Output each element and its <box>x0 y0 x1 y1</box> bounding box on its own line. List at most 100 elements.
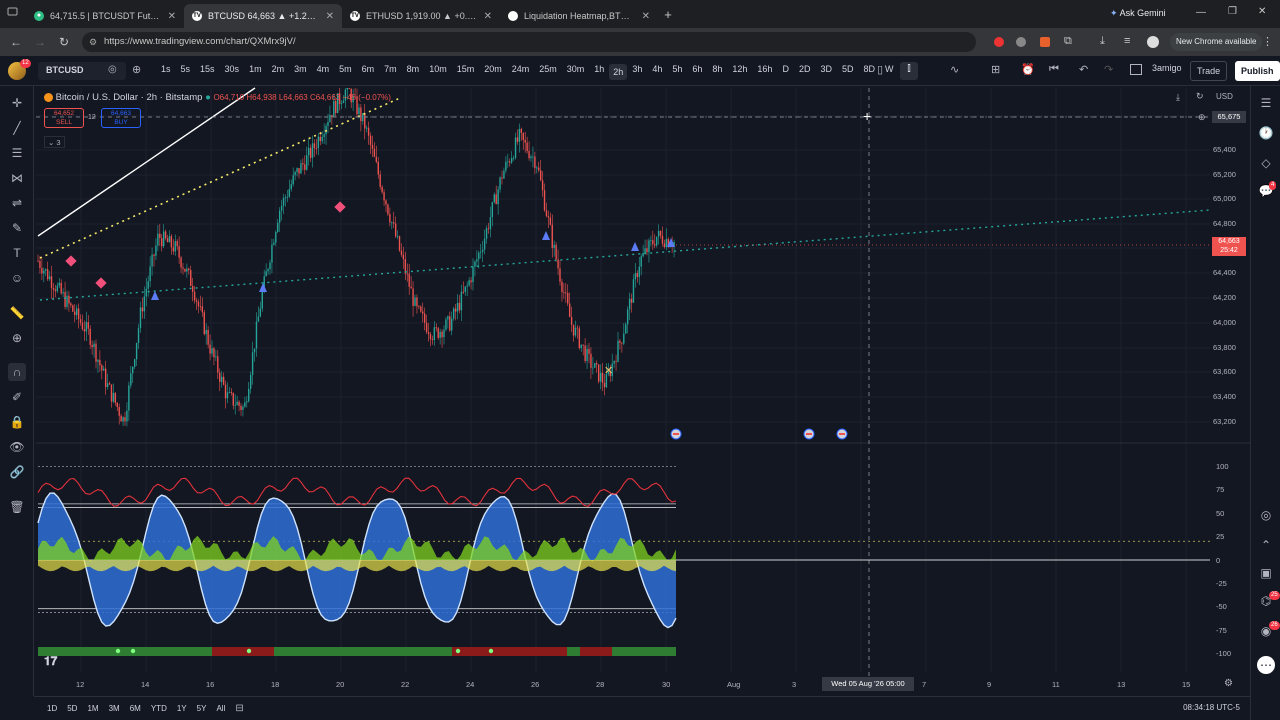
sell-button[interactable]: 64,652 SELL <box>44 108 84 128</box>
clock-readout[interactable]: 08:34:18 UTC-5 <box>1183 703 1240 712</box>
candle-body <box>60 282 62 294</box>
scale-down-icon[interactable]: ⤓ <box>1176 92 1180 103</box>
candle-body <box>54 289 57 292</box>
candle-body <box>286 196 289 198</box>
range-3m[interactable]: 3M <box>109 704 120 713</box>
indicators-toggle[interactable]: ⌄ 3 <box>44 136 65 148</box>
candle-body <box>267 269 269 272</box>
candle-body <box>242 406 244 410</box>
candle-body <box>398 236 401 251</box>
candle-body <box>110 384 113 402</box>
oscillator-tick: 0 <box>1216 555 1221 565</box>
scale-refresh-icon[interactable]: ↻ <box>1196 91 1204 102</box>
candle-body <box>48 276 51 280</box>
candle-body <box>180 257 182 268</box>
range-1m[interactable]: 1M <box>87 704 98 713</box>
chart-canvas[interactable]: +✕ <box>0 0 1280 720</box>
candle-body <box>52 287 55 290</box>
candle-body <box>454 308 457 312</box>
candle-body <box>580 344 582 349</box>
time-tick: 11 <box>1052 680 1060 689</box>
ohlc-values: O64,710 H64,938 L64,663 C64,663 −45 (−0.… <box>213 93 391 102</box>
candle-body <box>58 282 60 286</box>
candle-body <box>474 261 476 267</box>
candle-body <box>485 228 488 239</box>
candle-body <box>528 151 530 159</box>
price-tick: 63,800 <box>1213 343 1236 352</box>
axis-settings-icon[interactable]: ⚙ <box>1224 678 1233 689</box>
candle-body <box>290 184 292 190</box>
price-tick: 63,400 <box>1213 392 1236 401</box>
oscillator-tick: 25 <box>1216 532 1225 542</box>
idea-icon[interactable]: ⌃ <box>1257 536 1275 554</box>
price-tick: 65,200 <box>1213 170 1236 179</box>
candle-body <box>222 376 225 385</box>
candle-body <box>255 321 258 349</box>
watchlist-icon[interactable]: ☰ <box>1257 94 1275 112</box>
range-1y[interactable]: 1Y <box>177 704 187 713</box>
go-to-date-icon[interactable]: ⊟ <box>235 703 243 714</box>
range-6m[interactable]: 6M <box>130 704 141 713</box>
candle-body <box>377 161 379 175</box>
candle-body <box>420 306 422 312</box>
candle-body <box>499 177 501 190</box>
layers-icon[interactable]: ◇ <box>1257 154 1275 172</box>
tradingview-logo[interactable]: 𝟏𝟕 <box>44 654 57 669</box>
add-alert-icon[interactable]: ⊕ <box>1198 112 1206 123</box>
clock-icon[interactable]: 🕐 <box>1257 124 1275 142</box>
candle-body <box>615 361 617 363</box>
money-flow-area <box>38 535 676 562</box>
time-tick: 12 <box>76 680 85 689</box>
candle-body <box>578 328 581 349</box>
candle-body <box>663 243 666 248</box>
time-tick: 18 <box>271 680 280 689</box>
buy-button[interactable]: 64,663 BUY <box>101 108 141 128</box>
range-all[interactable]: All <box>216 704 225 713</box>
range-5y[interactable]: 5Y <box>197 704 207 713</box>
candle-body <box>190 270 192 286</box>
time-tick: 20 <box>336 680 345 689</box>
candle-body <box>157 233 159 246</box>
time-tick: 13 <box>1117 680 1126 689</box>
candle-body <box>93 343 95 348</box>
candle-body <box>367 127 370 136</box>
range-1d[interactable]: 1D <box>47 704 57 713</box>
range-5d[interactable]: 5D <box>67 704 77 713</box>
candle-body <box>79 319 82 323</box>
candle-body <box>646 248 648 253</box>
candle-body <box>128 385 130 411</box>
candle-body <box>476 259 478 262</box>
range-ytd[interactable]: YTD <box>151 704 167 713</box>
candle-body <box>186 268 188 272</box>
candle-body <box>166 238 169 243</box>
candle-body <box>162 231 165 247</box>
currency-label[interactable]: USD <box>1216 92 1233 101</box>
candle-body <box>559 268 561 282</box>
candle-body <box>130 373 132 386</box>
time-tick: 30 <box>662 680 671 689</box>
symbol-title[interactable]: Bitcoin / U.S. Dollar · 2h · Bitstamp <box>56 92 203 103</box>
target-icon[interactable]: ◎ <box>1257 506 1275 524</box>
candle-body <box>597 364 600 382</box>
candle-body <box>251 352 254 375</box>
candle-body <box>106 383 109 388</box>
candle-body <box>512 157 515 159</box>
candle-body <box>431 339 434 341</box>
candle-body <box>321 136 323 142</box>
help-icon[interactable]: ⋯ <box>1257 656 1275 674</box>
oscillator-tick: -50 <box>1216 602 1227 612</box>
candle-body <box>317 136 320 149</box>
candle-body <box>626 309 629 325</box>
candle-body <box>184 268 186 272</box>
candle-body <box>213 348 215 358</box>
candle-body <box>205 330 207 335</box>
candle-body <box>217 356 219 373</box>
candle-body <box>226 392 229 399</box>
candle-body <box>265 271 267 277</box>
candle-body <box>425 322 428 333</box>
candle-body <box>625 324 627 334</box>
candle-body <box>505 161 507 171</box>
candle-body <box>565 292 567 294</box>
calendar-icon[interactable]: ▣ <box>1257 564 1275 582</box>
candle-body <box>207 330 209 345</box>
